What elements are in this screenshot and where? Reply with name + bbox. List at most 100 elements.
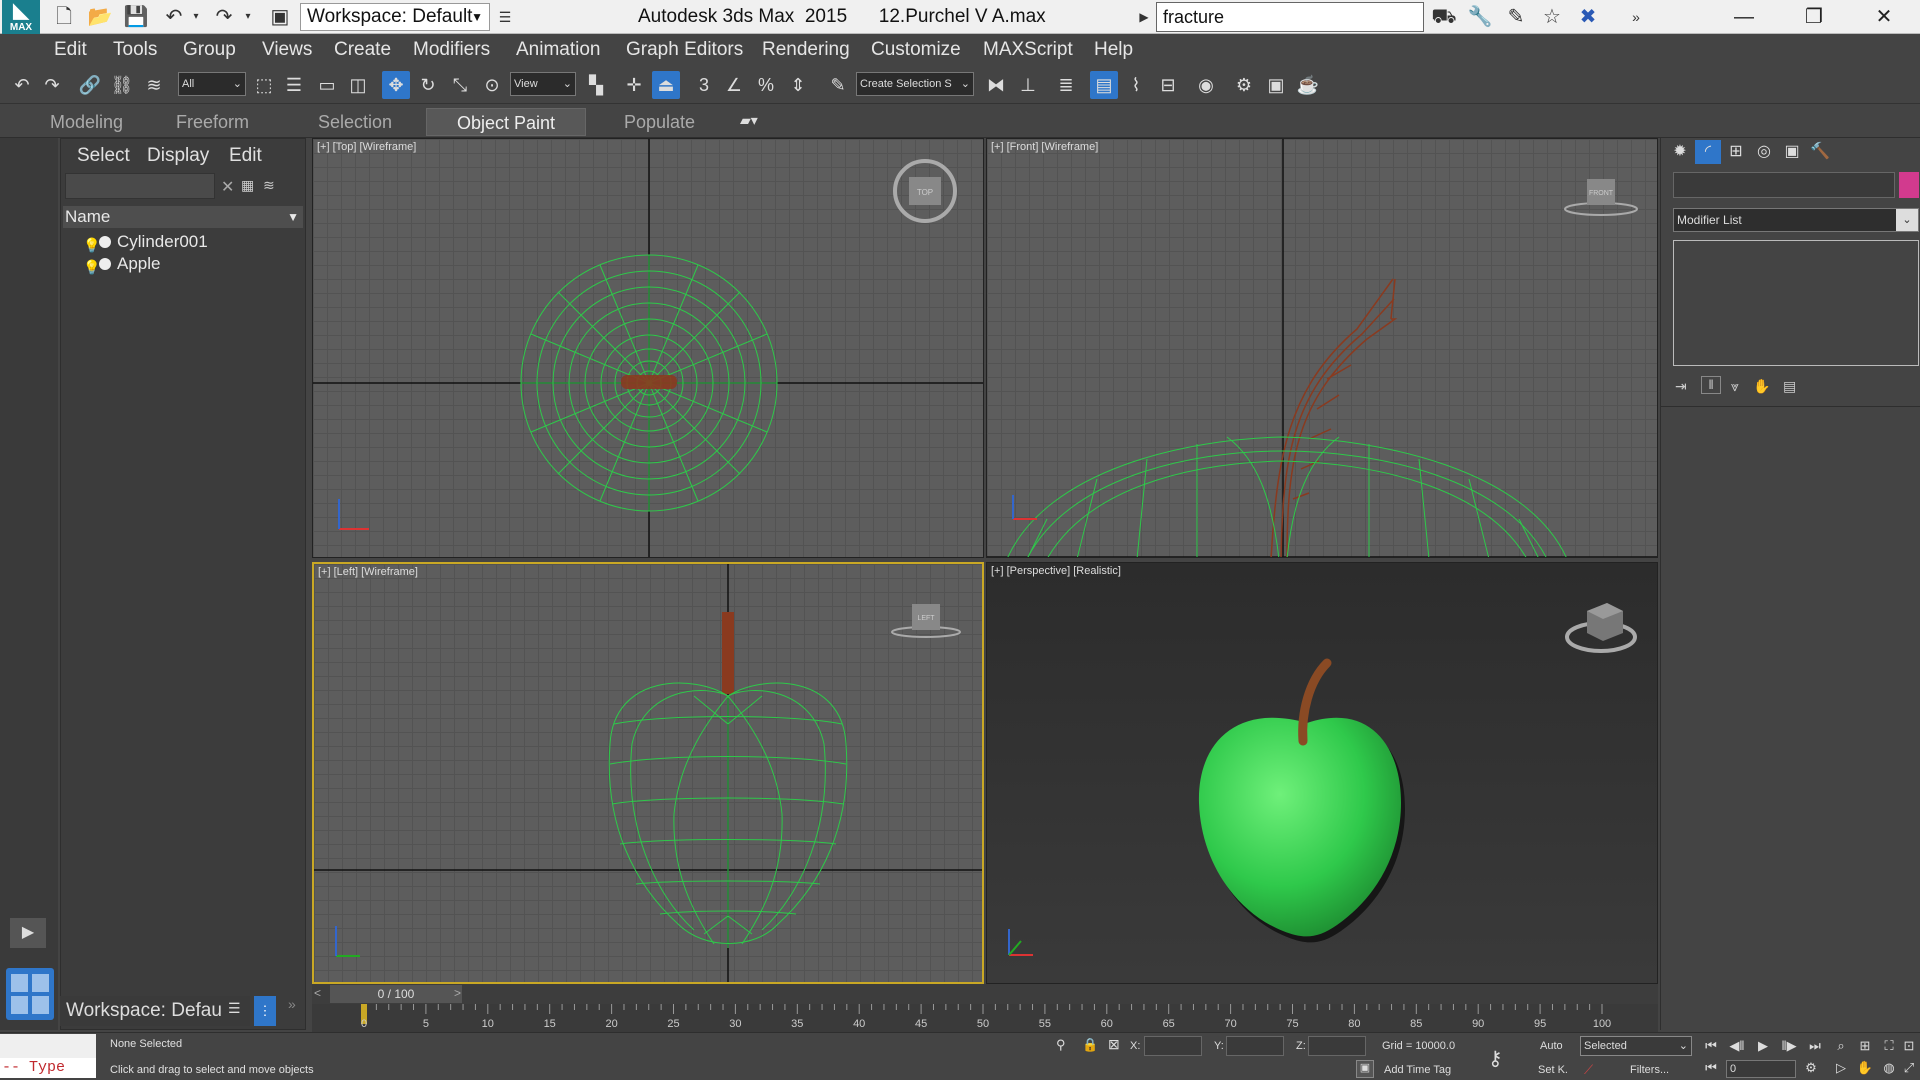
create-tab-icon[interactable]: ✹: [1667, 140, 1693, 164]
restore-icon[interactable]: ❐: [1784, 0, 1844, 34]
render-setup-icon[interactable]: ⚙: [1230, 71, 1258, 99]
select-and-move-icon[interactable]: ✥: [382, 71, 410, 99]
rendered-frame-window-icon[interactable]: ▣: [1262, 71, 1290, 99]
zoom-extents-all-icon[interactable]: ⊡: [1898, 1036, 1920, 1056]
key-filters-button[interactable]: Filters...: [1630, 1064, 1669, 1076]
set-key-mode-icon[interactable]: ⚷: [1488, 1046, 1503, 1071]
orbit-icon[interactable]: ◍: [1878, 1058, 1900, 1078]
binoculars-icon[interactable]: ⛟: [1430, 4, 1458, 30]
curve-editor-icon[interactable]: ⌇: [1122, 71, 1150, 99]
remove-modifier-icon[interactable]: ✋: [1753, 378, 1770, 395]
schematic-view-icon[interactable]: ⊟: [1154, 71, 1182, 99]
modifier-list-dropdown[interactable]: Modifier List ⌄: [1673, 208, 1919, 232]
time-slider-bar[interactable]: [312, 984, 1658, 1004]
explorer-menu-display[interactable]: Display: [147, 145, 209, 167]
customize-toolbar-icon[interactable]: ☰: [494, 4, 516, 30]
reference-coordinate-dropdown[interactable]: View ⌄: [510, 72, 576, 96]
tab-populate[interactable]: Populate: [610, 108, 709, 136]
maxscript-prompt[interactable]: -- Type: [0, 1058, 96, 1078]
scene-explorer-icon[interactable]: ▤: [1090, 71, 1118, 99]
menu-customize[interactable]: Customize: [871, 34, 961, 66]
app-menu-button[interactable]: ◣ MAX: [2, 0, 40, 34]
go-to-start-icon[interactable]: ⏮: [1700, 1036, 1722, 1056]
open-file-icon[interactable]: 📂: [86, 4, 114, 30]
auto-key-button[interactable]: Auto: [1540, 1040, 1563, 1052]
select-manipulate-icon[interactable]: ✛: [620, 71, 648, 99]
field-of-view-icon[interactable]: ▷: [1830, 1058, 1852, 1078]
list-item[interactable]: 💡 Apple: [63, 253, 303, 275]
menu-edit[interactable]: Edit: [54, 34, 87, 66]
layer-explorer-icon[interactable]: ☰: [228, 1000, 250, 1022]
viewport-left[interactable]: [+] [Left] [Wireframe] LEFT: [312, 562, 984, 984]
go-to-end-icon[interactable]: ⏭: [1804, 1036, 1826, 1056]
configure-modifier-sets-icon[interactable]: ▤: [1783, 378, 1796, 395]
make-unique-icon[interactable]: ⩔: [1731, 378, 1739, 395]
menu-animation[interactable]: Animation: [516, 34, 601, 66]
select-and-scale-icon[interactable]: ⤡: [446, 71, 474, 99]
modifier-stack[interactable]: [1673, 240, 1919, 366]
track-bar[interactable]: 0 5 10 15 20 25 30 35 40 45 50 55 60 65 70 75 80 85 90 95 10…: [312, 1004, 1658, 1032]
tab-modeling[interactable]: Modeling: [36, 108, 137, 136]
show-end-result-icon[interactable]: ‖: [1701, 376, 1721, 394]
tab-freeform[interactable]: Freeform: [162, 108, 263, 136]
collapse-explorer-icon[interactable]: »: [288, 996, 296, 1012]
explorer-menu-select[interactable]: Select: [77, 145, 130, 167]
search-expand-icon[interactable]: ▶: [1134, 4, 1154, 30]
motion-tab-icon[interactable]: ◎: [1751, 140, 1777, 164]
layer-manager-icon[interactable]: ≣: [1052, 71, 1080, 99]
utilities-tab-icon[interactable]: 🔨: [1807, 140, 1833, 164]
display-tab-icon[interactable]: ▣: [1779, 140, 1805, 164]
bind-to-space-warp-icon[interactable]: ≋: [140, 71, 168, 99]
edit-named-selection-icon[interactable]: ✎: [824, 71, 852, 99]
undo-history-chevron-icon[interactable]: ▾: [188, 4, 204, 30]
zoom-icon[interactable]: ⌕: [1830, 1036, 1852, 1056]
pivot-center-icon[interactable]: ▚: [582, 71, 610, 99]
pin-stack-icon[interactable]: ⇥: [1675, 378, 1687, 395]
selection-filter-dropdown[interactable]: All ⌄: [178, 72, 246, 96]
time-tag-icon[interactable]: ▣: [1356, 1060, 1374, 1078]
ribbon-options-icon[interactable]: ▰▾: [740, 112, 770, 130]
undo-icon[interactable]: ↶: [8, 71, 36, 99]
key-filters-icon[interactable]: ⟋: [1584, 1062, 1593, 1078]
favorites-star-icon[interactable]: ☆: [1538, 4, 1566, 30]
snaps-toggle-icon[interactable]: 3: [690, 71, 718, 99]
pan-view-icon[interactable]: ✋: [1854, 1058, 1876, 1078]
window-crossing-icon[interactable]: ◫: [344, 71, 372, 99]
spinner-snap-icon[interactable]: ⇕: [784, 71, 812, 99]
visibility-dot-icon[interactable]: [99, 258, 111, 270]
select-object-icon[interactable]: ⬚: [250, 71, 278, 99]
menu-rendering[interactable]: Rendering: [762, 34, 850, 66]
mirror-icon[interactable]: ⧓: [982, 71, 1010, 99]
render-production-icon[interactable]: ☕: [1294, 71, 1322, 99]
select-by-name-icon[interactable]: ☰: [280, 71, 308, 99]
z-coord-field[interactable]: [1308, 1036, 1366, 1056]
next-frame-icon[interactable]: ‖▶: [1778, 1036, 1800, 1056]
key-mode-toggle-icon[interactable]: ⏮: [1700, 1058, 1722, 1078]
play-icon[interactable]: ▶: [1752, 1036, 1774, 1056]
redo-icon[interactable]: ↷: [38, 71, 66, 99]
object-color-swatch[interactable]: [1899, 172, 1919, 198]
align-icon[interactable]: ⊥: [1014, 71, 1042, 99]
name-column-header[interactable]: Name ▼: [63, 206, 303, 228]
expand-panel-icon[interactable]: ▶: [10, 918, 46, 948]
project-folder-icon[interactable]: ▣: [266, 4, 294, 30]
redo-history-chevron-icon[interactable]: ▾: [240, 4, 256, 30]
select-and-rotate-icon[interactable]: ↻: [414, 71, 442, 99]
y-coord-field[interactable]: [1226, 1036, 1284, 1056]
next-frame-chevron-icon[interactable]: >: [454, 986, 461, 1000]
list-item[interactable]: 💡 Cylinder001: [63, 231, 303, 253]
search-input[interactable]: fracture: [1156, 2, 1424, 32]
tab-selection[interactable]: Selection: [304, 108, 406, 136]
unlink-icon[interactable]: ⛓: [108, 71, 136, 99]
minimize-icon[interactable]: —: [1714, 0, 1774, 34]
viewport-top[interactable]: [+] [Top] [Wireframe] TOP: [312, 138, 984, 558]
modify-tab-icon[interactable]: ◜: [1695, 140, 1721, 164]
viewport-perspective[interactable]: [+] [Perspective] [Realistic]: [986, 562, 1658, 984]
more-chevron-icon[interactable]: »: [1622, 4, 1650, 30]
clear-search-icon[interactable]: ✕: [221, 177, 234, 197]
current-frame-field[interactable]: 0: [1726, 1060, 1796, 1078]
explorer-search-input[interactable]: [65, 173, 215, 199]
keyboard-shortcut-override-icon[interactable]: ⏏: [652, 71, 680, 99]
absolute-mode-icon[interactable]: ⊠: [1108, 1036, 1120, 1053]
select-and-link-icon[interactable]: 🔗: [76, 71, 104, 99]
